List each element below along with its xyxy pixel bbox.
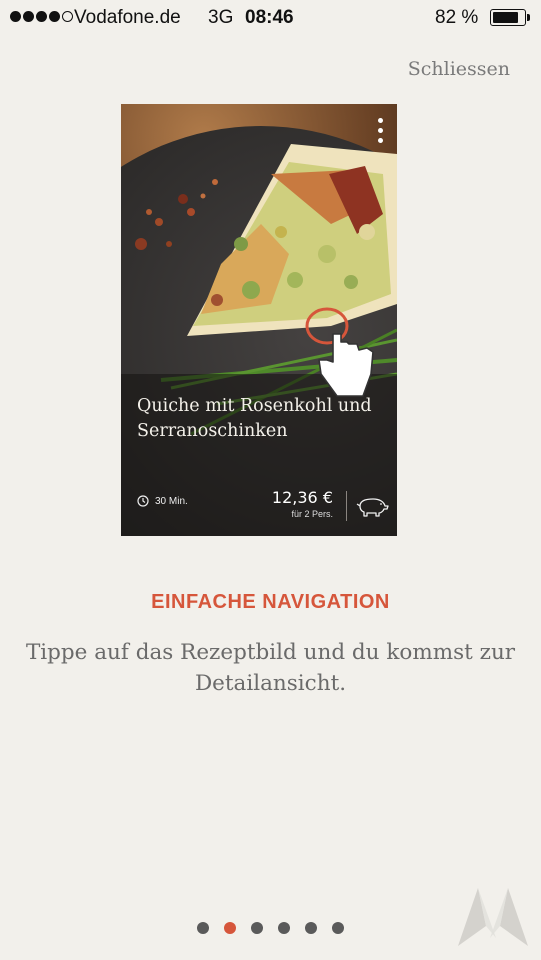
- recipe-price: 12,36 € für 2 Pers.: [272, 488, 333, 519]
- page-dot-5[interactable]: [305, 922, 317, 934]
- close-button[interactable]: Schliessen: [408, 58, 510, 80]
- price-value: 12,36 €: [271, 488, 333, 507]
- onboarding-headline: EINFACHE NAVIGATION: [151, 591, 390, 613]
- battery-tip: [527, 14, 530, 21]
- status-bar: Vodafone.de 3G 08:46 82 %: [0, 0, 541, 36]
- page-indicator[interactable]: [197, 922, 344, 934]
- portion-label: für 2 Pers.: [291, 509, 333, 519]
- page-dot-2[interactable]: [224, 922, 236, 934]
- onboarding-description: Tippe auf das Rezeptbild und du kommst z…: [25, 640, 516, 696]
- recipe-photo: [121, 144, 397, 536]
- network-type: 3G: [208, 7, 234, 28]
- page-dot-1[interactable]: [197, 922, 209, 934]
- watermark-logo-icon: [458, 888, 528, 946]
- page-dot-3[interactable]: [251, 922, 263, 934]
- carrier-name: Vodafone.de: [74, 7, 181, 28]
- clock-icon: [137, 495, 149, 507]
- signal-strength-icon: [10, 11, 73, 22]
- recipe-duration: 30 Min.: [137, 495, 188, 507]
- page-dot-6[interactable]: [332, 922, 344, 934]
- battery-percent: 82 %: [435, 7, 479, 28]
- pig-icon: [356, 498, 389, 517]
- divider: [346, 491, 347, 521]
- more-vertical-icon[interactable]: [378, 118, 383, 143]
- clock-time: 08:46: [245, 7, 294, 28]
- battery-icon: [490, 9, 526, 26]
- recipe-title: Quiche mit Rosenkohl und Serranoschinken: [137, 396, 372, 441]
- page-dot-4[interactable]: [278, 922, 290, 934]
- duration-label: 30 Min.: [155, 495, 188, 507]
- recipe-card[interactable]: Quiche mit Rosenkohl und Serranoschinken…: [121, 104, 397, 536]
